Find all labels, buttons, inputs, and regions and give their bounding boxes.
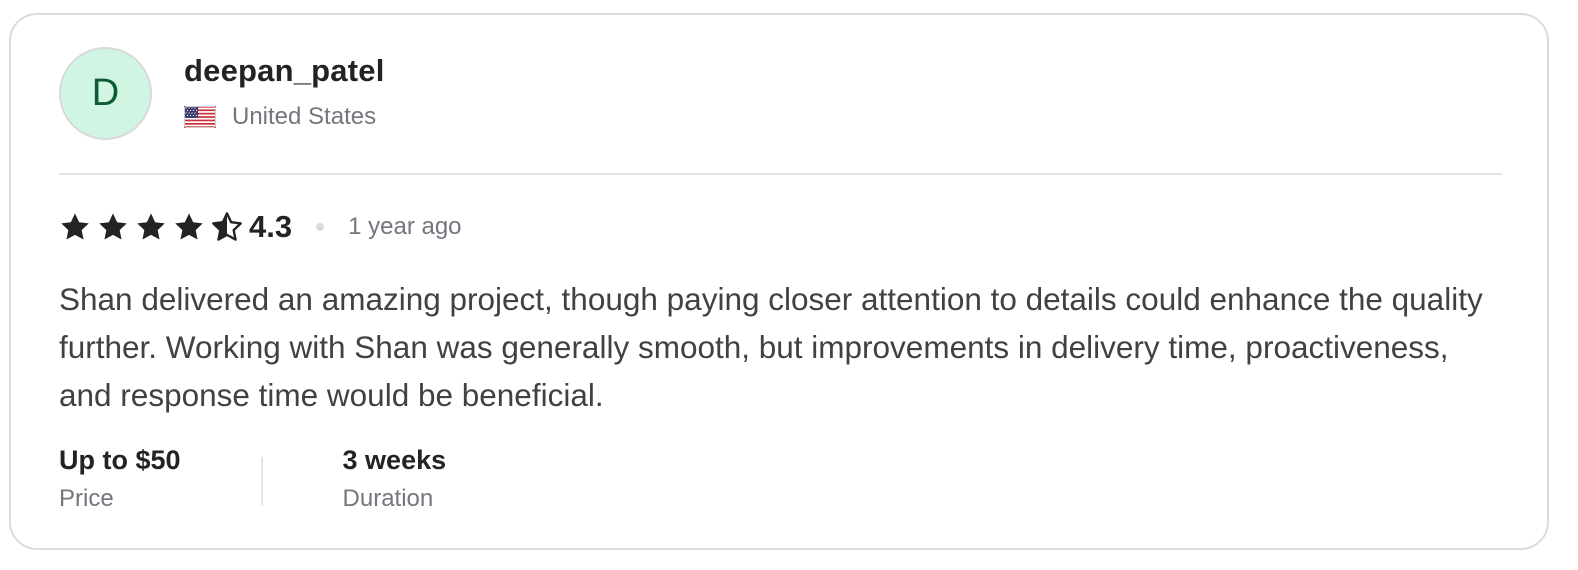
review-text: Shan delivered an amazing project, thoug… <box>59 281 1483 413</box>
star-half-icon <box>212 212 242 241</box>
reviewer-username[interactable]: deepan_patel <box>184 53 385 89</box>
avatar[interactable]: D <box>59 47 152 140</box>
duration-info: 3 weeks Duration <box>343 443 447 513</box>
star-full-icon <box>137 213 165 240</box>
price-value: Up to $50 <box>59 445 181 475</box>
price-info: Up to $50 Price <box>59 443 181 513</box>
meta-divider <box>260 457 263 505</box>
rating-row: 4.3 1 year ago <box>59 207 462 247</box>
review-meta: Up to $50 Price 3 weeks Duration <box>59 443 446 513</box>
header-divider <box>59 173 1502 175</box>
reviewer-info: deepan_patel United States <box>184 53 385 131</box>
separator-dot <box>316 223 325 231</box>
review-card: D deepan_patel United States 4.3 1 year … <box>9 13 1549 550</box>
us-flag-icon <box>184 105 216 128</box>
review-time: 1 year ago <box>348 213 462 240</box>
star-full-icon <box>99 213 127 240</box>
star-rating <box>59 211 249 243</box>
duration-value: 3 weeks <box>342 445 447 475</box>
reviewer-header: D deepan_patel United States <box>59 47 385 140</box>
rating-value: 4.3 <box>249 209 293 244</box>
price-label: Price <box>59 485 114 512</box>
reviewer-country: United States <box>232 102 377 130</box>
star-full-icon <box>175 213 203 240</box>
duration-label: Duration <box>342 485 434 512</box>
star-full-icon <box>61 213 89 240</box>
reviewer-country-row: United States <box>184 103 385 131</box>
